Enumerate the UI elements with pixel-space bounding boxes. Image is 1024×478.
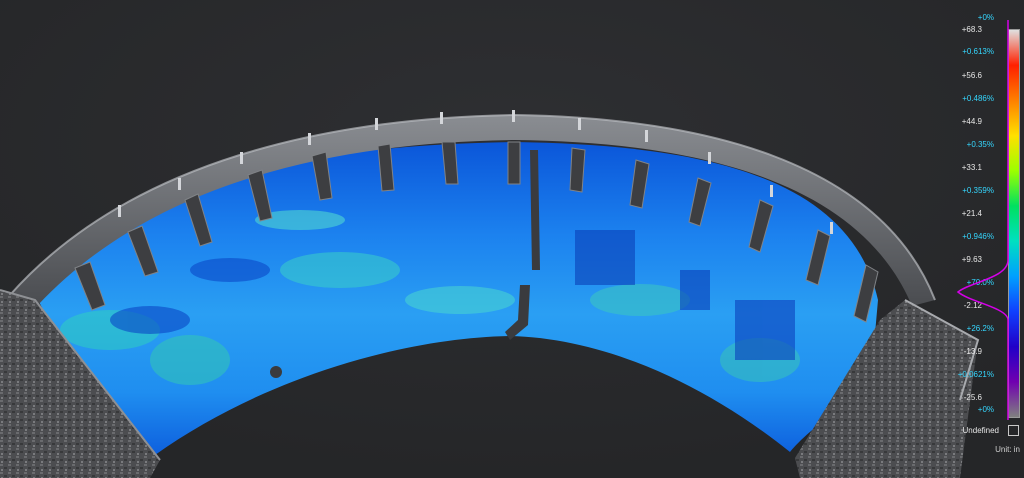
app-window: +0% +68.3 +0.613% +56.6 +0.486% +44.9 +0… [0, 0, 1024, 478]
scan-gap-dot [270, 366, 282, 378]
undefined-color-swatch[interactable] [1008, 425, 1019, 436]
distribution-histogram [956, 20, 1009, 420]
unit-label: Unit: in [995, 445, 1020, 454]
undefined-label: Undefined [962, 426, 999, 435]
point-cloud-viewport[interactable] [0, 0, 1024, 478]
